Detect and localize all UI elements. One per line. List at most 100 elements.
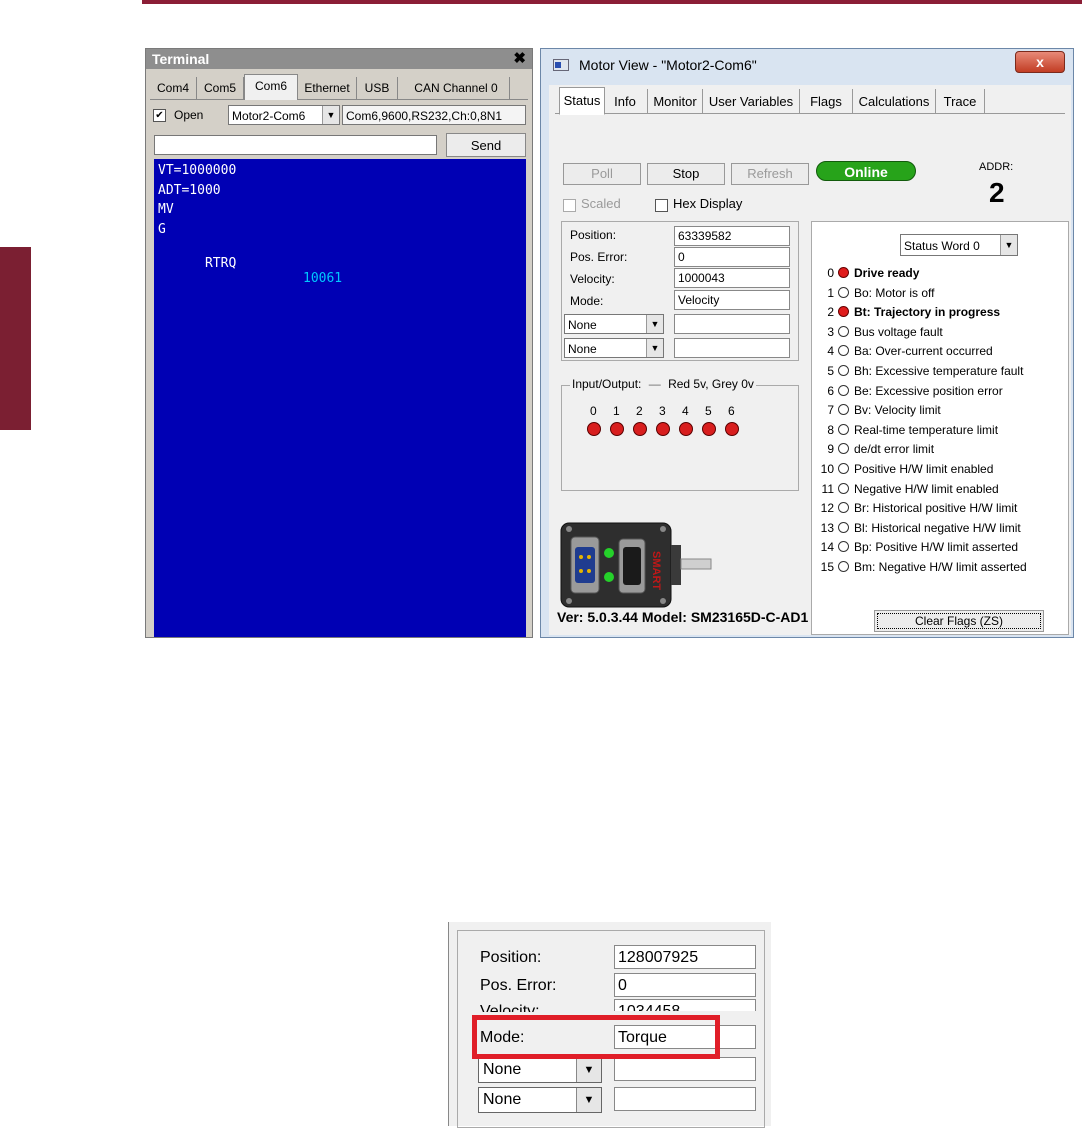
stop-button[interactable]: Stop [647, 163, 725, 185]
io-number: 6 [728, 404, 735, 418]
scaled-checkbox[interactable] [563, 199, 576, 212]
variable-value-2 [674, 338, 790, 358]
chevron-down-icon[interactable]: ▼ [576, 1088, 601, 1112]
flag-number: 9 [827, 442, 834, 457]
io-led [679, 422, 693, 436]
motor-select[interactable]: Motor2-Com6 ▼ [228, 105, 340, 125]
motor-view-tabs: Status Info Monitor User Variables Flags… [555, 87, 1065, 115]
close-icon[interactable]: ✖ [513, 49, 526, 69]
app-icon [553, 59, 569, 71]
tab-can-channel-0[interactable]: CAN Channel 0 [403, 77, 510, 99]
flag-label: Bv: Velocity limit [854, 403, 941, 418]
terminal-window: Terminal ✖ Com4 Com5 Com6 Ethernet USB C… [145, 48, 533, 638]
console-command: RTRQ [204, 256, 237, 271]
io-led [656, 422, 670, 436]
connection-row: ✔ Open Motor2-Com6 ▼ Com6,9600,RS232,Ch:… [150, 105, 528, 127]
variable-value-1 [674, 314, 790, 334]
status-indicator-icon [838, 521, 849, 533]
terminal-titlebar: Terminal ✖ [146, 49, 532, 69]
io-led [725, 422, 739, 436]
status-indicator-icon [838, 267, 849, 278]
chevron-down-icon[interactable]: ▼ [322, 106, 339, 124]
flag-label: Negative H/W limit enabled [854, 481, 999, 496]
motor-view-window: Motor View - "Motor2-Com6" x Status Info… [540, 48, 1074, 638]
open-checkbox[interactable]: ✔ [153, 109, 166, 122]
poll-button[interactable]: Poll [563, 163, 641, 185]
console-line: ADT=1000 [158, 182, 221, 198]
position-panel: Position: 63339582 Pos. Error: 0 Velocit… [561, 221, 799, 361]
console-response: 10061 [303, 271, 343, 286]
version-model-label: Ver: 5.0.3.44 Model: SM23165D-C-AD1 [557, 609, 809, 625]
chevron-down-icon[interactable]: ▼ [646, 315, 663, 333]
inset-variable-value-1 [614, 1057, 756, 1081]
status-indicator-icon [838, 482, 849, 494]
flag-label: Real-time temperature limit [854, 422, 999, 437]
variable-select-2[interactable]: None ▼ [564, 338, 664, 358]
io-separator: — [648, 377, 661, 391]
status-word-select[interactable]: Status Word 0 ▼ [900, 234, 1018, 256]
brand-label: SMART [650, 551, 662, 590]
motor-view-title: Motor View - "Motor2-Com6" [579, 57, 757, 73]
terminal-console[interactable]: VT=1000000 ADT=1000 MV G RTRQ 10061 [154, 159, 526, 637]
inset-variable-select-1[interactable]: None ▼ [478, 1057, 602, 1083]
close-button[interactable]: x [1015, 51, 1065, 73]
inset-select-1-value: None [483, 1061, 522, 1078]
tab-com6[interactable]: Com6 [244, 74, 298, 100]
chevron-down-icon[interactable]: ▼ [1000, 235, 1017, 255]
flag-number: 14 [820, 540, 834, 555]
inset-pos-error-label: Pos. Error: [480, 977, 557, 994]
tab-calculations[interactable]: Calculations [853, 89, 936, 113]
tab-usb[interactable]: USB [357, 77, 398, 99]
variable-select-1[interactable]: None ▼ [564, 314, 664, 334]
tab-com5[interactable]: Com5 [197, 77, 244, 99]
io-title: Input/Output: — Red 5v, Grey 0v [570, 377, 756, 391]
status-indicator-icon [838, 561, 849, 572]
flag-number: 11 [821, 481, 834, 496]
status-indicator-icon [838, 286, 849, 298]
flag-number: 13 [820, 520, 834, 535]
flag-label: Bl: Historical negative H/W limit [854, 520, 1021, 535]
flag-label: Be: Excessive position error [854, 383, 1003, 398]
io-number: 2 [636, 404, 643, 418]
hex-display-checkbox[interactable] [655, 199, 668, 212]
addr-value: 2 [989, 177, 1005, 208]
flag-number: 0 [827, 266, 834, 280]
position-field: 63339582 [674, 226, 790, 246]
tab-monitor[interactable]: Monitor [648, 89, 703, 113]
inset-variable-select-2[interactable]: None ▼ [478, 1087, 602, 1113]
terminal-tabs: Com4 Com5 Com6 Ethernet USB CAN Channel … [150, 74, 528, 100]
flag-label: Bt: Trajectory in progress [854, 305, 1001, 320]
chevron-down-icon[interactable]: ▼ [646, 339, 663, 357]
top-rule [142, 0, 1082, 4]
tab-info[interactable]: Info [603, 89, 648, 113]
side-accent-bar [0, 247, 31, 430]
flag-label: Bo: Motor is off [854, 285, 935, 300]
status-word-panel: Status Word 0 ▼ 0 Drive ready 1 Bo: Motor i… [811, 221, 1069, 635]
flag-number: 5 [827, 364, 834, 378]
command-input[interactable] [154, 135, 437, 155]
chevron-down-icon[interactable]: ▼ [576, 1058, 601, 1082]
send-button[interactable]: Send [446, 133, 526, 157]
velocity-field: 1000043 [674, 268, 790, 288]
variable-select-2-value: None [568, 342, 597, 356]
flag-number: 15 [820, 560, 834, 574]
io-title-text: Input/Output: [572, 377, 642, 391]
io-led [702, 422, 716, 436]
flag-number: 4 [827, 344, 834, 359]
inset-pos-error-field: 0 [614, 973, 756, 997]
tab-trace[interactable]: Trace [936, 89, 985, 113]
tab-ethernet[interactable]: Ethernet [298, 77, 357, 99]
tab-flags[interactable]: Flags [800, 89, 853, 113]
io-legend: Red 5v, Grey 0v [668, 377, 754, 391]
tab-com4[interactable]: Com4 [150, 77, 197, 99]
tab-status[interactable]: Status [559, 87, 605, 115]
tab-user-variables[interactable]: User Variables [703, 89, 800, 113]
variable-select-1-value: None [568, 318, 597, 332]
status-flag-list: 0 Drive ready 1 Bo: Motor is off 2 Bt: Trajec… [814, 264, 1068, 584]
flag-label: Bp: Positive H/W limit asserted [854, 540, 1019, 555]
clear-flags-button[interactable]: Clear Flags (ZS) [874, 610, 1044, 632]
flag-label: Bm: Negative H/W limit asserted [854, 560, 1027, 574]
addr-label: ADDR: [979, 161, 1014, 173]
status-indicator-icon [838, 306, 849, 318]
refresh-button[interactable]: Refresh [731, 163, 809, 185]
